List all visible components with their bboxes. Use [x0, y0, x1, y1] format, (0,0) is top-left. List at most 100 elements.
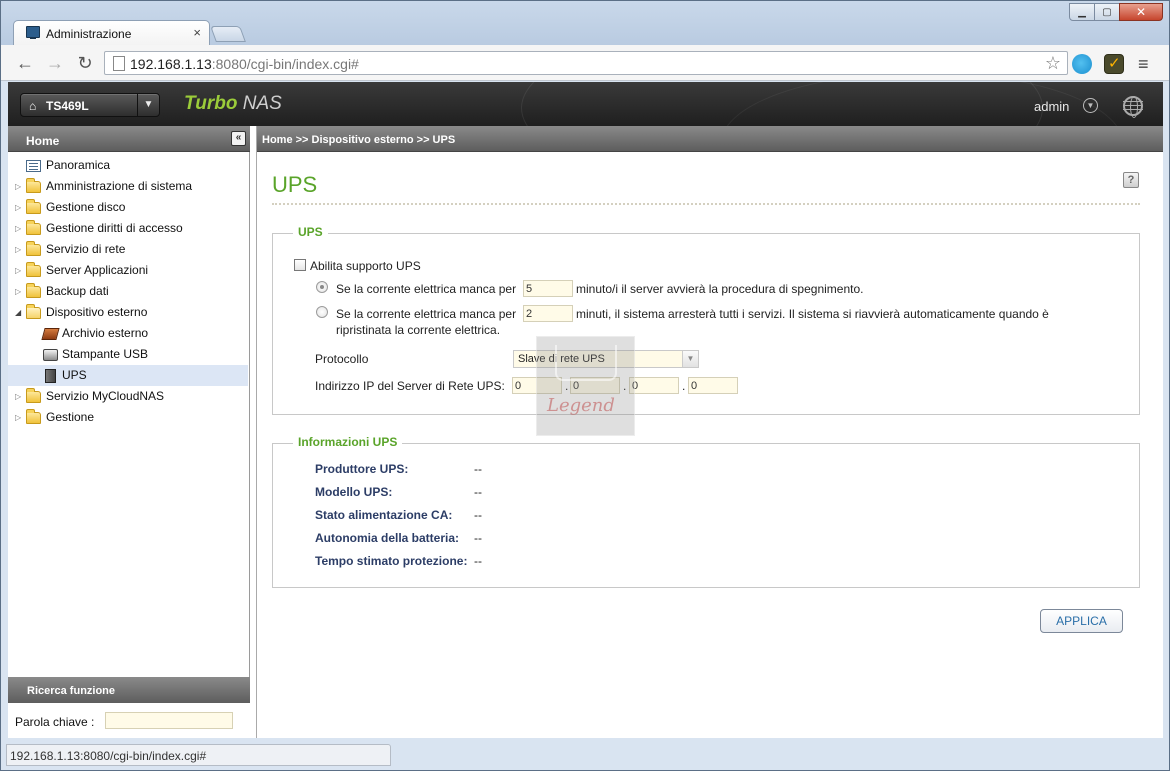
brand-logo: Turbo NAS [184, 93, 282, 114]
user-menu-icon[interactable]: ▼ [1083, 98, 1098, 113]
address-bar[interactable]: 192.168.1.13:8080/cgi-bin/index.cgi# ☆ [104, 51, 1068, 75]
home-icon: ⌂ [29, 99, 37, 113]
folder-icon [26, 283, 41, 298]
sidebar-item-gestione-disco[interactable]: ▷ Gestione disco [8, 197, 248, 218]
collapse-icon[interactable]: « [231, 131, 246, 146]
expand-icon[interactable]: ▷ [15, 239, 21, 260]
opt1-prefix: Se la corrente elettrica manca per [336, 282, 517, 296]
sidebar-item-servizio-rete[interactable]: ▷ Servizio di rete [8, 239, 248, 260]
divider [272, 203, 1140, 205]
info-label: Tempo stimato protezione: [315, 554, 468, 568]
tab-title: Administrazione [46, 27, 132, 41]
sidebar-item-dispositivo-esterno[interactable]: ◢ Dispositivo esterno [8, 302, 248, 323]
breadcrumb: Home >> Dispositivo esterno >> UPS [257, 126, 1163, 152]
sidebar-header: Home « [8, 126, 250, 152]
ups-info-panel: Informazioni UPS Produttore UPS: -- Mode… [272, 435, 1140, 588]
sidebar: Home « Panoramica ▷ Amministrazione di s… [8, 126, 250, 738]
standby-radio[interactable] [316, 306, 328, 318]
back-arrow-icon[interactable]: ← [15, 53, 35, 73]
browser-window: Administrazione × ▁ ▢ ✕ ← → ↻ 192.168.1.… [0, 0, 1170, 771]
ip-octet-4[interactable] [688, 377, 738, 394]
sidebar-item-archivio-esterno[interactable]: Archivio esterno [8, 323, 248, 344]
title-bar: Administrazione × ▁ ▢ ✕ [1, 1, 1169, 45]
opt2-suffix-line2: ripristinata la corrente elettrica. [336, 323, 501, 337]
watermark-logo: Legend [536, 336, 635, 436]
sidebar-item-server-applicazioni[interactable]: ▷ Server Applicazioni [8, 260, 248, 281]
info-value: -- [474, 508, 482, 522]
reload-icon[interactable]: ↻ [75, 53, 95, 73]
info-label: Autonomia della batteria: [315, 531, 460, 545]
page-icon [113, 56, 125, 71]
expand-icon[interactable]: ▷ [15, 260, 21, 281]
collapse-tree-icon[interactable]: ◢ [15, 302, 21, 323]
ip-label: Indirizzo IP del Server di Rete UPS: [315, 379, 505, 393]
main-content: Home >> Dispositivo esterno >> UPS UPS ?… [256, 126, 1163, 738]
app-header: ⌂ TS469L ▼ Turbo NAS admin ▼ [8, 82, 1163, 126]
sidebar-item-gestione[interactable]: ▷ Gestione [8, 407, 248, 428]
url-text: 192.168.1.13:8080/cgi-bin/index.cgi# [130, 56, 359, 72]
bookmark-star-icon[interactable]: ☆ [1045, 53, 1061, 74]
info-label: Stato alimentazione CA: [315, 508, 453, 522]
device-name: TS469L [46, 99, 89, 113]
opt2-suffix: minuti, il sistema arresterà tutti i ser… [576, 307, 1049, 321]
ups-legend: UPS [293, 225, 328, 239]
info-value: -- [474, 554, 482, 568]
expand-icon[interactable]: ▷ [15, 218, 21, 239]
browser-tab[interactable]: Administrazione × [13, 20, 210, 45]
page-title: UPS [272, 172, 318, 197]
hamburger-menu-icon[interactable]: ≡ [1138, 54, 1149, 75]
sidebar-item-mycloudnas[interactable]: ▷ Servizio MyCloudNAS [8, 386, 248, 407]
sidebar-item-ups[interactable]: UPS [8, 365, 248, 386]
device-selector[interactable]: ⌂ TS469L ▼ [20, 93, 160, 117]
watermark-hw-icon [555, 345, 617, 381]
info-value: -- [474, 462, 482, 476]
globe-icon[interactable] [1123, 96, 1143, 118]
search-input[interactable] [105, 712, 233, 729]
expand-icon[interactable]: ▷ [15, 197, 21, 218]
expand-icon[interactable]: ▷ [15, 386, 21, 407]
search-label: Parola chiave : [15, 715, 95, 729]
sidebar-item-backup-dati[interactable]: ▷ Backup dati [8, 281, 248, 302]
folder-icon [26, 199, 41, 214]
shutdown-radio[interactable] [316, 281, 328, 293]
opt1-suffix: minuto/i il server avvierà la procedura … [576, 282, 864, 296]
info-value: -- [474, 531, 482, 545]
info-label: Modello UPS: [315, 485, 393, 499]
folder-icon [26, 409, 41, 424]
new-tab-button[interactable] [210, 26, 246, 42]
sidebar-item-stampante-usb[interactable]: Stampante USB [8, 344, 248, 365]
close-window-icon[interactable]: ✕ [1119, 3, 1163, 21]
search-row: Parola chiave : [8, 703, 250, 738]
check-extension-icon[interactable] [1104, 54, 1124, 74]
expand-icon[interactable]: ▷ [15, 407, 21, 428]
apply-button[interactable]: APPLICA [1040, 609, 1123, 633]
maximize-icon[interactable]: ▢ [1094, 3, 1120, 21]
sidebar-item-panoramica[interactable]: Panoramica [8, 155, 248, 176]
watermark-text: Legend [547, 395, 615, 416]
ups-settings-panel: UPS Abilita supporto UPS Se la corrente … [272, 225, 1140, 415]
search-header: Ricerca funzione [8, 677, 250, 703]
folder-icon [26, 262, 41, 277]
expand-icon[interactable]: ▷ [15, 281, 21, 302]
ip-octet-3[interactable] [629, 377, 679, 394]
shutdown-minutes-input[interactable] [523, 280, 573, 297]
enable-ups-checkbox[interactable] [294, 259, 306, 271]
tab-close-icon[interactable]: × [193, 25, 201, 40]
window-controls: ▁ ▢ ✕ [1069, 3, 1163, 21]
info-value: -- [474, 485, 482, 499]
browser-toolbar: ← → ↻ 192.168.1.13:8080/cgi-bin/index.cg… [1, 45, 1169, 81]
sidebar-item-diritti-accesso[interactable]: ▷ Gestione diritti di accesso [8, 218, 248, 239]
skype-extension-icon[interactable] [1072, 54, 1092, 74]
expand-icon[interactable]: ▷ [15, 176, 21, 197]
minimize-icon[interactable]: ▁ [1069, 3, 1095, 21]
forward-arrow-icon[interactable]: → [45, 53, 65, 73]
chevron-down-icon: ▼ [682, 351, 698, 367]
open-folder-icon [26, 304, 41, 319]
standby-minutes-input[interactable] [523, 305, 573, 322]
folder-icon [26, 388, 41, 403]
help-icon[interactable]: ? [1123, 172, 1139, 188]
opt2-prefix: Se la corrente elettrica manca per [336, 307, 517, 321]
info-legend: Informazioni UPS [293, 435, 403, 449]
sidebar-item-amministrazione[interactable]: ▷ Amministrazione di sistema [8, 176, 248, 197]
folder-icon [26, 220, 41, 235]
